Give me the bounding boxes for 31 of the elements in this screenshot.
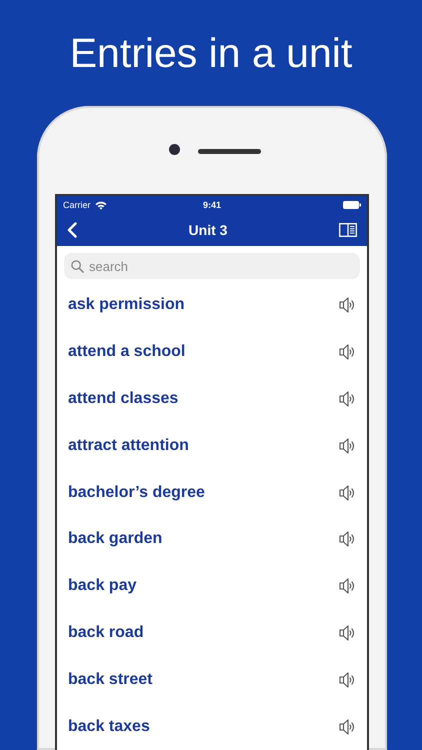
speaker-icon[interactable] bbox=[339, 296, 357, 314]
speaker-icon[interactable] bbox=[339, 390, 357, 408]
speaker-icon[interactable] bbox=[339, 436, 357, 455]
entry-text[interactable]: back garden bbox=[68, 530, 162, 548]
entry-text[interactable]: attract attention bbox=[68, 436, 189, 455]
speaker-grille bbox=[198, 149, 261, 154]
battery-icon bbox=[343, 201, 361, 210]
speaker-icon[interactable] bbox=[339, 484, 357, 502]
nav-title: Unit 3 bbox=[188, 222, 228, 238]
speaker-icon[interactable] bbox=[339, 577, 357, 596]
entry-text[interactable]: attend a school bbox=[68, 343, 186, 362]
back-button[interactable] bbox=[67, 222, 77, 238]
speaker-icon[interactable] bbox=[339, 530, 357, 548]
speaker-icon[interactable] bbox=[339, 718, 357, 736]
entry-text[interactable]: bachelor’s degree bbox=[68, 484, 205, 502]
entry-text[interactable]: back street bbox=[68, 670, 152, 689]
wifi-icon bbox=[94, 200, 107, 210]
speaker-icon[interactable] bbox=[339, 343, 357, 362]
headline: Entries in a unit bbox=[68, 29, 354, 78]
speaker-icon[interactable] bbox=[339, 624, 357, 642]
entry-text[interactable]: attend classes bbox=[68, 390, 178, 408]
camera-icon bbox=[169, 144, 180, 156]
search-field[interactable]: search bbox=[64, 253, 360, 280]
carrier-label: Carrier bbox=[63, 200, 91, 210]
entry-text[interactable]: back road bbox=[68, 624, 144, 642]
book-view-button[interactable] bbox=[338, 223, 357, 238]
entry-text[interactable]: back pay bbox=[68, 577, 136, 596]
status-time: 9:41 bbox=[203, 200, 221, 210]
entry-text[interactable]: ask permission bbox=[68, 296, 184, 314]
entry-text[interactable]: back taxes bbox=[68, 718, 150, 736]
speaker-icon[interactable] bbox=[339, 670, 357, 689]
